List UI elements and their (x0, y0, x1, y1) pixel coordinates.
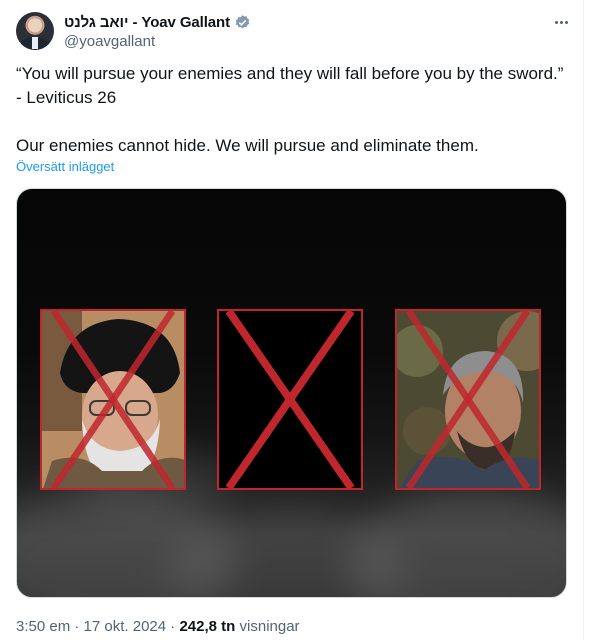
translate-post-link[interactable]: Översätt inlägget (16, 159, 114, 174)
author-name-row[interactable]: יואב גלנט - Yoav Gallant (64, 12, 251, 32)
more-dot (554, 20, 558, 24)
red-cross-mark (405, 311, 531, 488)
tweet-image[interactable] (16, 188, 567, 598)
crossed-blank-frame (217, 309, 363, 490)
tweet-date[interactable]: 17 okt. 2024 (84, 618, 167, 635)
author-handle[interactable]: @yoavgallant (64, 33, 155, 50)
author-display-name[interactable]: יואב גלנט - Yoav Gallant (64, 14, 230, 31)
meta-separator: · (170, 618, 176, 635)
crossed-portrait-left (40, 309, 186, 490)
more-dot (564, 20, 568, 24)
tweet-metadata: 3:50 em · 17 okt. 2024 · 242,8 tn visnin… (16, 618, 300, 635)
red-cross-mark (225, 311, 355, 488)
more-options-icon[interactable] (549, 12, 573, 32)
verified-badge-icon (235, 14, 250, 28)
column-divider (583, 0, 584, 640)
more-dot (559, 20, 563, 24)
red-cross-mark (50, 311, 176, 488)
tweet-text: “You will pursue your enemies and they w… (16, 64, 564, 155)
smoke-cloud (347, 489, 566, 597)
tweet-time[interactable]: 3:50 em (16, 618, 70, 635)
avatar[interactable] (16, 12, 54, 50)
views-count: 242,8 tn (179, 618, 236, 635)
avatar-shirt (32, 37, 38, 49)
views-label: visningar (239, 618, 300, 635)
crossed-portrait-right (395, 309, 541, 490)
meta-separator: · (74, 618, 80, 635)
